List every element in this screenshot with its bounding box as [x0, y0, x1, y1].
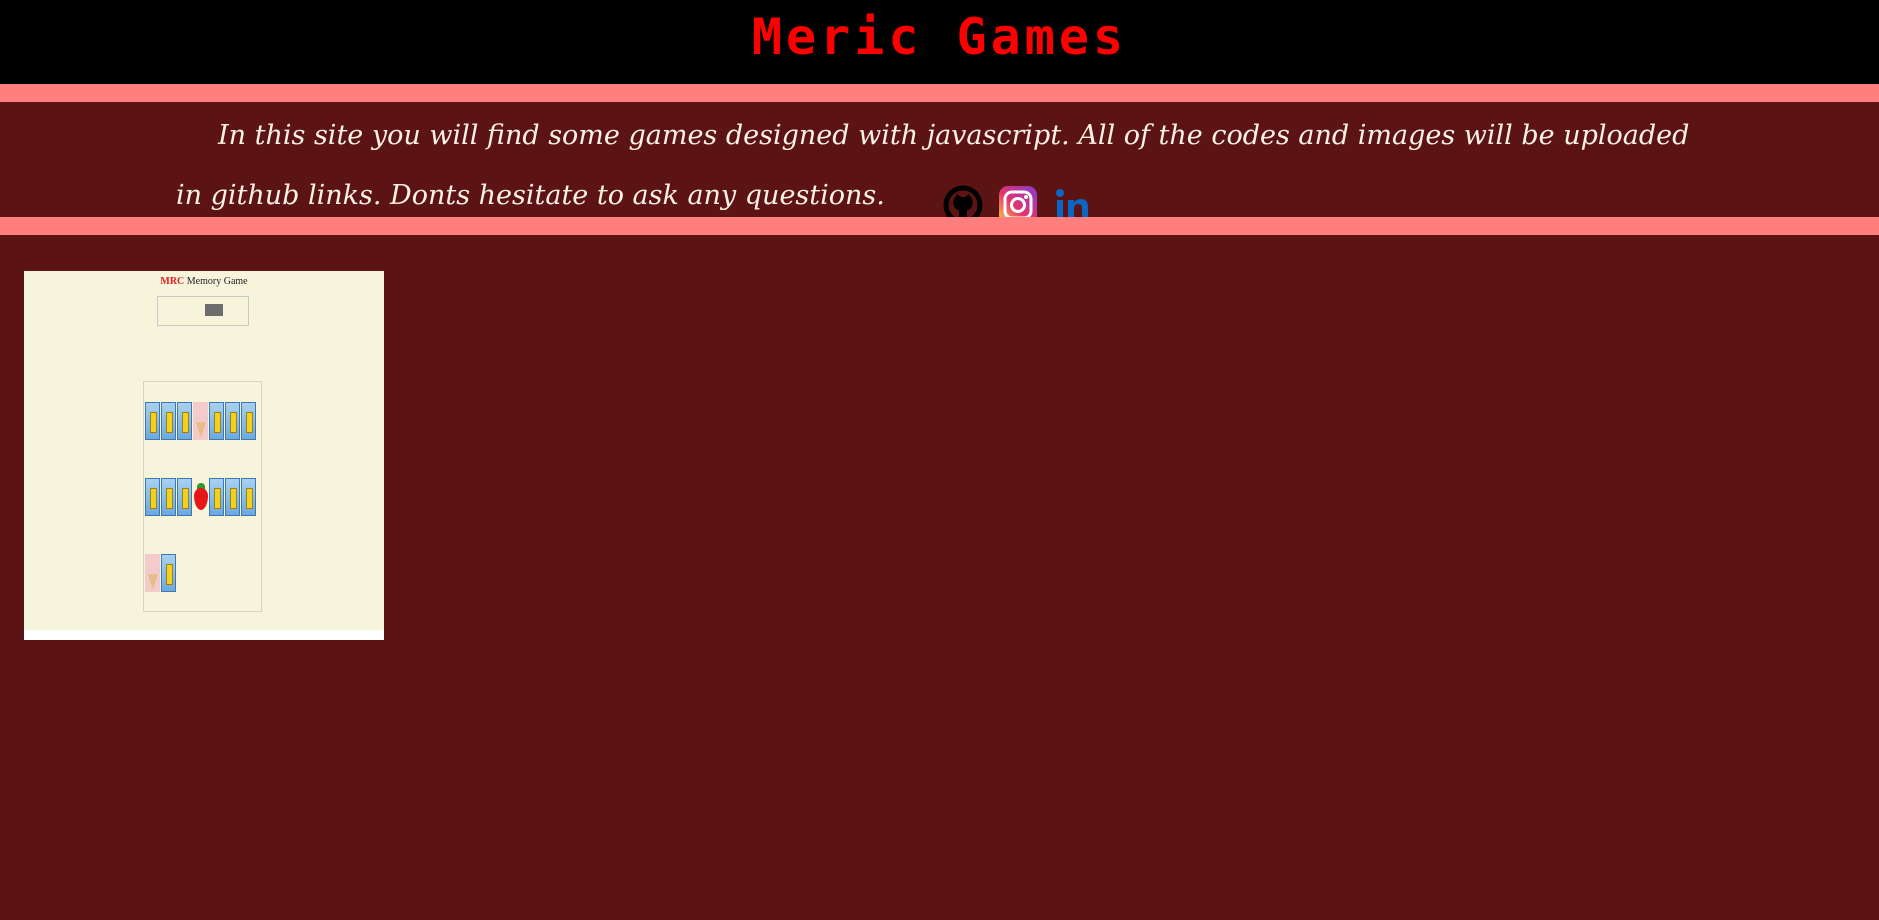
- intro-paragraph: In this site you will find some games de…: [176, 106, 1696, 234]
- site-title: Meric Games: [751, 8, 1128, 66]
- ice-cream-card: [193, 402, 208, 440]
- card-tile: [145, 478, 160, 516]
- card-tile: [209, 402, 224, 440]
- card-tile: [161, 554, 176, 592]
- card-tile: [145, 402, 160, 440]
- memory-game-card[interactable]: MRC Memory Game: [24, 271, 384, 640]
- card-tile: [161, 478, 176, 516]
- divider-stripe-top: [0, 84, 1879, 102]
- card-tile: [225, 402, 240, 440]
- intro-band: In this site you will find some games de…: [0, 102, 1879, 224]
- card-tile: [177, 402, 192, 440]
- ice-cream-card: [145, 554, 160, 592]
- thumbnail-title: MRC Memory Game: [24, 276, 384, 287]
- card-tile: [225, 478, 240, 516]
- card-tile: [209, 478, 224, 516]
- divider-stripe-bottom: [0, 217, 1879, 235]
- thumbnail-title-rest: Memory Game: [186, 276, 248, 287]
- thumbnail-control-button: [205, 304, 223, 316]
- card-tile: [161, 402, 176, 440]
- thumbnail-control-box: [157, 296, 249, 326]
- card-tile: [241, 478, 256, 516]
- strawberry-card: [193, 478, 208, 516]
- thumbnail-title-brand: MRC: [160, 276, 185, 287]
- strawberry-body: [194, 488, 208, 510]
- site-header: Meric Games: [0, 0, 1879, 84]
- card-tile: [177, 478, 192, 516]
- memory-game-thumbnail: MRC Memory Game: [24, 271, 384, 630]
- thumbnail-card-board: [143, 381, 262, 612]
- intro-text: In this site you will find some games de…: [176, 120, 1690, 211]
- card-tile: [241, 402, 256, 440]
